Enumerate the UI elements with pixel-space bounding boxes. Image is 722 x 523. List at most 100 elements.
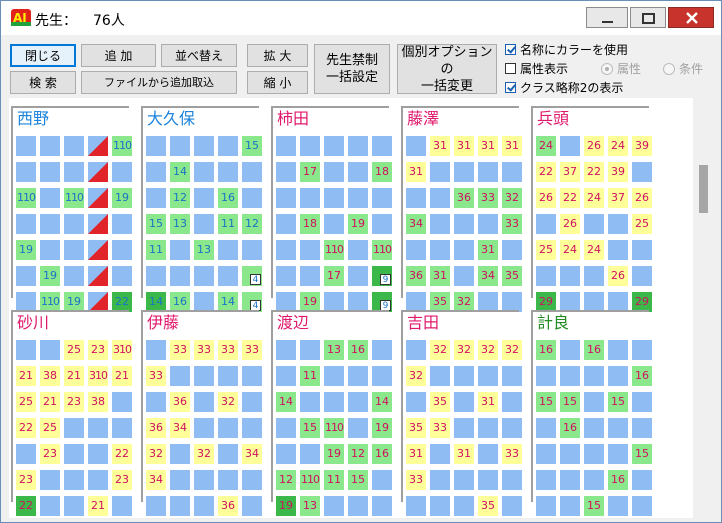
- import-from-file-button[interactable]: ファイルから追加取込: [81, 71, 237, 94]
- period-cell[interactable]: [632, 266, 652, 286]
- period-cell[interactable]: 22: [584, 162, 604, 182]
- period-cell[interactable]: [406, 392, 426, 412]
- period-cell[interactable]: 14: [276, 392, 296, 412]
- zoom-out-button[interactable]: 縮 小: [247, 71, 308, 94]
- period-cell[interactable]: [454, 470, 474, 490]
- add-button[interactable]: 追 加: [81, 44, 156, 67]
- period-cell[interactable]: 110: [300, 470, 320, 490]
- marked-period-cell[interactable]: 4: [242, 292, 262, 312]
- period-cell[interactable]: [584, 366, 604, 386]
- period-cell[interactable]: 21: [40, 392, 60, 412]
- period-cell[interactable]: [372, 470, 392, 490]
- period-cell[interactable]: 17: [324, 266, 344, 286]
- period-cell[interactable]: 25: [64, 340, 84, 360]
- teacher-panel[interactable]: 藤澤 31 31 31 31 31 36 33 32 34 33 31 36 31 34 35 35 32: [401, 106, 522, 312]
- period-cell[interactable]: [324, 214, 344, 234]
- period-cell[interactable]: [112, 214, 132, 234]
- period-cell[interactable]: [478, 444, 498, 464]
- period-cell[interactable]: [146, 392, 166, 412]
- period-cell[interactable]: 33: [242, 340, 262, 360]
- period-cell[interactable]: 13: [300, 496, 320, 516]
- period-cell[interactable]: [406, 496, 426, 516]
- period-cell[interactable]: [194, 418, 214, 438]
- period-cell[interactable]: [608, 366, 628, 386]
- vertical-scrollbar[interactable]: [694, 98, 709, 518]
- period-cell[interactable]: 31: [454, 444, 474, 464]
- period-cell[interactable]: [218, 470, 238, 490]
- period-cell[interactable]: [324, 136, 344, 156]
- period-cell[interactable]: 38: [88, 392, 108, 412]
- period-cell[interactable]: 32: [454, 340, 474, 360]
- period-cell[interactable]: [242, 418, 262, 438]
- period-cell[interactable]: 33: [478, 188, 498, 208]
- period-cell[interactable]: [276, 136, 296, 156]
- period-cell[interactable]: [194, 366, 214, 386]
- period-cell[interactable]: 16: [584, 340, 604, 360]
- teacher-panel[interactable]: 兵頭 24 26 24 39 22 37 22 39 26 22 24 37 26 26 25 25 24 24 26…: [531, 106, 652, 312]
- scrollbar-thumb[interactable]: [699, 165, 708, 213]
- teacher-panel[interactable]: 大久保 15 14 12 16 15 13 11 12 11 13 4 14 16 14 4: [141, 106, 262, 312]
- period-cell[interactable]: 22: [536, 162, 556, 182]
- period-cell[interactable]: [454, 266, 474, 286]
- period-cell[interactable]: [608, 214, 628, 234]
- period-cell[interactable]: 32: [430, 340, 450, 360]
- period-cell[interactable]: [324, 292, 344, 312]
- period-cell[interactable]: 34: [146, 470, 166, 490]
- period-cell[interactable]: 16: [536, 340, 556, 360]
- period-cell[interactable]: [218, 136, 238, 156]
- attr-display-checkbox[interactable]: [505, 63, 516, 74]
- bulk-ban-button[interactable]: 先生禁制 一括設定: [314, 44, 390, 94]
- period-cell[interactable]: 110: [64, 188, 84, 208]
- period-cell[interactable]: [502, 292, 522, 312]
- period-cell[interactable]: [40, 340, 60, 360]
- period-cell[interactable]: 11: [218, 214, 238, 234]
- period-cell[interactable]: 12: [170, 188, 190, 208]
- period-cell[interactable]: [536, 444, 556, 464]
- period-cell[interactable]: [170, 496, 190, 516]
- period-cell[interactable]: [300, 266, 320, 286]
- period-cell[interactable]: [478, 162, 498, 182]
- period-cell[interactable]: [88, 470, 108, 490]
- period-cell[interactable]: [242, 162, 262, 182]
- teacher-panel[interactable]: 吉田 32 32 32 32 32 35 31 35 33 31 31 33 33 35: [401, 310, 522, 516]
- period-cell[interactable]: [502, 470, 522, 490]
- period-cell[interactable]: [194, 136, 214, 156]
- sort-button[interactable]: 並べ替え: [161, 44, 237, 67]
- period-cell[interactable]: 16: [348, 340, 368, 360]
- period-cell[interactable]: 24: [536, 136, 556, 156]
- period-cell[interactable]: [300, 444, 320, 464]
- period-cell[interactable]: 11: [146, 240, 166, 260]
- period-cell[interactable]: 12: [276, 470, 296, 490]
- period-cell[interactable]: [502, 496, 522, 516]
- period-cell[interactable]: [372, 136, 392, 156]
- period-cell[interactable]: [276, 240, 296, 260]
- period-cell[interactable]: 32: [454, 292, 474, 312]
- period-cell[interactable]: [502, 418, 522, 438]
- period-cell[interactable]: 33: [502, 214, 522, 234]
- period-cell[interactable]: 14: [170, 162, 190, 182]
- period-cell[interactable]: 35: [406, 418, 426, 438]
- period-cell[interactable]: 29: [632, 292, 652, 312]
- period-cell[interactable]: 26: [632, 188, 652, 208]
- period-cell[interactable]: 24: [608, 136, 628, 156]
- period-cell[interactable]: 16: [608, 470, 628, 490]
- period-cell[interactable]: 25: [40, 418, 60, 438]
- period-cell[interactable]: 31: [430, 136, 450, 156]
- period-cell[interactable]: [16, 162, 36, 182]
- period-cell[interactable]: [348, 136, 368, 156]
- period-cell[interactable]: [194, 292, 214, 312]
- period-cell[interactable]: 14: [146, 292, 166, 312]
- period-cell[interactable]: [502, 240, 522, 260]
- period-cell[interactable]: [430, 162, 450, 182]
- period-cell[interactable]: [430, 496, 450, 516]
- period-cell[interactable]: [348, 366, 368, 386]
- radio-attr-option[interactable]: 属性: [601, 60, 641, 77]
- period-cell[interactable]: 13: [194, 240, 214, 260]
- period-cell[interactable]: [300, 188, 320, 208]
- period-cell[interactable]: [372, 188, 392, 208]
- period-cell[interactable]: 15: [560, 392, 580, 412]
- period-cell[interactable]: [146, 188, 166, 208]
- period-cell[interactable]: [430, 470, 450, 490]
- period-cell[interactable]: [536, 214, 556, 234]
- period-cell[interactable]: [608, 340, 628, 360]
